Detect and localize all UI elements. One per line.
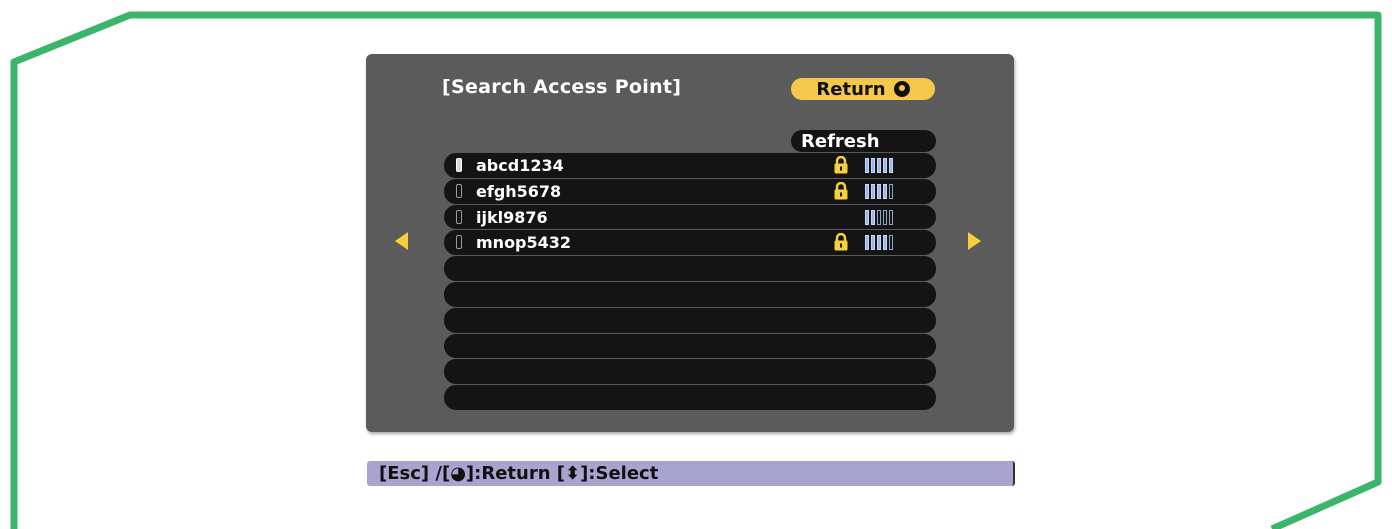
help-text: [Esc] /[◕]:Return [⬍]:Select: [379, 463, 659, 484]
signal-bar: [883, 183, 887, 199]
signal-bar: [889, 158, 893, 173]
signal-bar: [889, 209, 893, 225]
signal-bar: [871, 209, 875, 225]
empty-row: [444, 307, 936, 333]
lock-icon: [834, 155, 848, 178]
signal-bar: [883, 158, 887, 173]
signal-strength-icon: [865, 235, 893, 251]
signal-bar: [877, 235, 881, 251]
signal-bar: [877, 209, 881, 225]
select-marker-icon: [456, 183, 462, 198]
access-point-list: abcd1234 efgh5678 ijkl9876 mnop5432: [444, 152, 936, 410]
signal-bar: [883, 209, 887, 225]
return-icon: [893, 81, 910, 97]
return-button[interactable]: Return: [791, 78, 935, 100]
ssid-label: efgh5678: [476, 181, 562, 201]
select-marker-icon: [456, 235, 462, 250]
ssid-label: mnop5432: [476, 233, 572, 253]
access-point-row[interactable]: efgh5678: [444, 178, 936, 204]
empty-row: [444, 281, 936, 307]
signal-bar: [871, 183, 875, 199]
empty-row: [444, 256, 936, 281]
refresh-button[interactable]: Refresh: [791, 130, 936, 152]
search-access-point-panel: [Search Access Point] Return Refresh abc…: [366, 54, 1014, 432]
access-point-row[interactable]: abcd1234: [444, 153, 936, 178]
empty-row: [444, 333, 936, 359]
refresh-label: Refresh: [801, 130, 880, 152]
signal-bar: [865, 235, 869, 251]
signal-strength-icon: [865, 158, 893, 173]
left-arrow-icon[interactable]: [395, 232, 408, 250]
signal-bar: [865, 183, 869, 199]
select-marker-icon: [456, 209, 462, 224]
signal-bar: [889, 183, 893, 199]
ssid-label: ijkl9876: [476, 207, 548, 227]
signal-bar: [877, 158, 881, 173]
screen-title: [Search Access Point]: [442, 76, 682, 98]
signal-bar: [877, 183, 881, 199]
ssid-label: abcd1234: [476, 156, 564, 175]
access-point-row[interactable]: mnop5432: [444, 230, 936, 256]
lock-icon: [834, 233, 848, 255]
right-arrow-icon[interactable]: [968, 232, 981, 250]
signal-strength-icon: [865, 209, 893, 225]
empty-row: [444, 385, 936, 410]
empty-row: [444, 359, 936, 385]
return-label: Return: [816, 78, 886, 100]
lock-icon: [834, 181, 848, 204]
access-point-row[interactable]: ijkl9876: [444, 204, 936, 230]
signal-bar: [883, 235, 887, 251]
signal-bar: [871, 235, 875, 251]
signal-bar: [889, 235, 893, 251]
signal-bar: [871, 158, 875, 173]
signal-strength-icon: [865, 183, 893, 199]
signal-bar: [865, 209, 869, 225]
signal-bar: [865, 158, 869, 173]
select-marker-icon: [456, 158, 462, 172]
help-bar: [Esc] /[◕]:Return [⬍]:Select: [367, 461, 1015, 486]
